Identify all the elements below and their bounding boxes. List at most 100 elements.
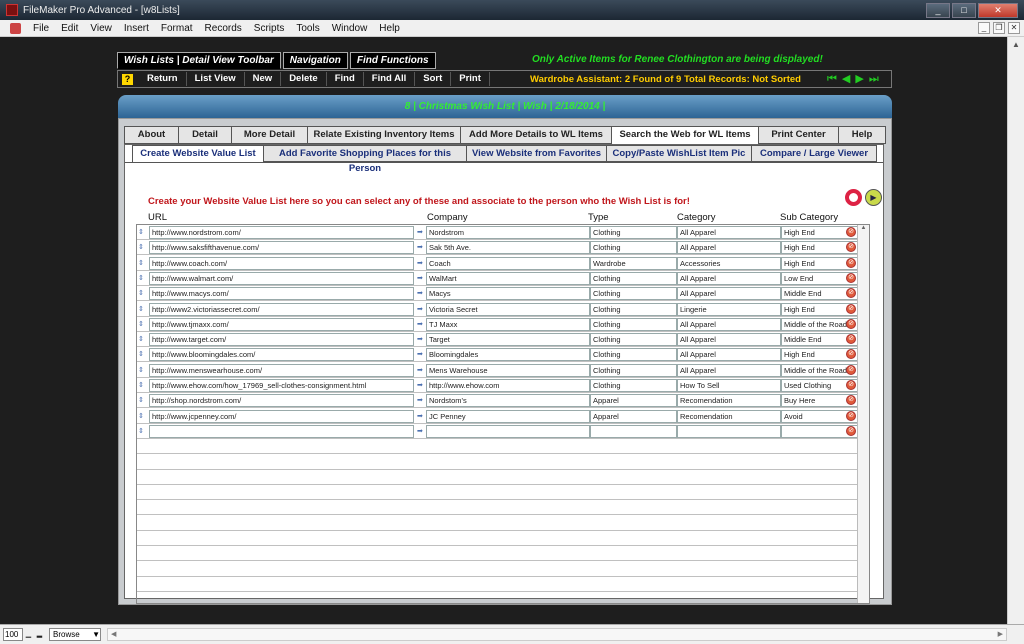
row-drag-handle-icon[interactable]: ⇕ [138, 273, 146, 284]
scroll-up-icon[interactable]: ▲ [858, 225, 869, 231]
category-field[interactable]: All Apparel [677, 271, 781, 285]
row-drag-handle-icon[interactable]: ⇕ [138, 395, 146, 406]
company-field[interactable]: TJ Maxx [426, 317, 590, 331]
company-field[interactable]: Coach [426, 256, 590, 270]
go-to-url-icon[interactable]: ➡ [417, 349, 425, 360]
category-field[interactable]: Lingerie [677, 302, 781, 316]
row-drag-handle-icon[interactable]: ⇕ [138, 349, 146, 360]
company-field[interactable]: JC Penney [426, 409, 590, 423]
tab-detail[interactable]: Detail [178, 126, 232, 144]
doc-restore-button[interactable]: ❐ [993, 22, 1005, 34]
url-field[interactable]: http://www.jcpenney.com/ [149, 409, 414, 423]
close-button[interactable]: ✕ [978, 2, 1018, 18]
company-field[interactable]: http://www.ehow.com [426, 379, 590, 392]
type-field[interactable] [590, 424, 677, 438]
document-icon[interactable] [10, 22, 21, 34]
category-field[interactable]: All Apparel [677, 333, 781, 347]
delete-row-icon[interactable]: ⊘ [846, 410, 856, 421]
url-field[interactable]: http://www2.victoriassecret.com/ [149, 302, 414, 316]
go-to-url-icon[interactable]: ➡ [417, 380, 425, 391]
scroll-left-icon[interactable]: ◀ [111, 629, 116, 640]
company-field[interactable]: Mens Warehouse [426, 363, 590, 377]
tab-print-center[interactable]: Print Center [758, 126, 839, 144]
url-field[interactable]: http://www.target.com/ [149, 333, 414, 347]
list-view-button[interactable]: List View [187, 72, 245, 86]
lifebuoy-help-icon[interactable] [845, 189, 862, 206]
url-field[interactable]: http://www.menswearhouse.com/ [149, 363, 414, 377]
row-drag-handle-icon[interactable]: ⇕ [138, 411, 146, 422]
menu-records[interactable]: Records [199, 23, 248, 34]
url-field[interactable]: http://shop.nordstrom.com/ [149, 394, 414, 408]
tab-favorite-shopping[interactable]: Add Favorite Shopping Places for this Pe… [263, 145, 467, 174]
go-to-url-icon[interactable]: ➡ [417, 258, 425, 269]
category-field[interactable] [677, 424, 781, 438]
url-field[interactable]: http://www.saksfifthavenue.com/ [149, 241, 414, 255]
category-field[interactable]: All Apparel [677, 317, 781, 331]
company-field[interactable]: Bloomingdales [426, 348, 590, 362]
url-field[interactable]: http://www.ehow.com/how_17969_sell-cloth… [149, 379, 414, 392]
menu-insert[interactable]: Insert [118, 23, 155, 34]
go-to-url-icon[interactable]: ➡ [417, 395, 425, 406]
url-field[interactable] [149, 424, 414, 438]
tab-copy-paste-pic[interactable]: Copy/Paste WishList Item Pic [606, 145, 752, 162]
menu-scripts[interactable]: Scripts [248, 23, 291, 34]
doc-minimize-button[interactable]: _ [978, 22, 990, 34]
go-to-url-icon[interactable]: ➡ [417, 411, 425, 422]
delete-button[interactable]: Delete [281, 72, 327, 86]
row-drag-handle-icon[interactable]: ⇕ [138, 319, 146, 330]
delete-row-icon[interactable]: ⊘ [846, 227, 856, 237]
find-all-button[interactable]: Find All [364, 72, 416, 86]
first-record-icon[interactable]: ⏮ [827, 73, 837, 85]
menu-edit[interactable]: Edit [55, 23, 84, 34]
zoom-out-icon[interactable]: ▁ [23, 628, 34, 641]
go-to-url-icon[interactable]: ➡ [417, 242, 425, 253]
delete-row-icon[interactable]: ⊘ [846, 272, 856, 283]
delete-row-icon[interactable]: ⊘ [846, 303, 856, 314]
type-field[interactable]: Clothing [590, 271, 677, 285]
tab-about[interactable]: About [124, 126, 179, 144]
delete-row-icon[interactable]: ⊘ [846, 380, 856, 390]
find-button[interactable]: Find [327, 72, 364, 86]
go-to-url-icon[interactable]: ➡ [417, 426, 425, 437]
url-field[interactable]: http://www.macys.com/ [149, 287, 414, 301]
go-to-url-icon[interactable]: ➡ [417, 365, 425, 376]
tab-create-value-list[interactable]: Create Website Value List [132, 145, 264, 163]
row-drag-handle-icon[interactable]: ⇕ [138, 426, 146, 437]
row-drag-handle-icon[interactable]: ⇕ [138, 380, 146, 391]
scroll-up-icon[interactable]: ▲ [1008, 37, 1024, 53]
company-field[interactable]: Target [426, 333, 590, 347]
url-field[interactable]: http://www.bloomingdales.com/ [149, 348, 414, 362]
menu-format[interactable]: Format [155, 23, 199, 34]
type-field[interactable]: Clothing [590, 333, 677, 347]
tab-add-more-details[interactable]: Add More Details to WL Items [460, 126, 612, 144]
category-field[interactable]: Accessories [677, 256, 781, 270]
play-icon[interactable]: ▶ [865, 189, 882, 206]
category-field[interactable]: All Apparel [677, 241, 781, 255]
zoom-level[interactable]: 100 [3, 628, 23, 641]
url-field[interactable]: http://www.walmart.com/ [149, 271, 414, 285]
new-button[interactable]: New [245, 72, 282, 86]
window-vertical-scrollbar[interactable]: ▲ [1007, 37, 1024, 624]
row-drag-handle-icon[interactable]: ⇕ [138, 258, 146, 269]
tab-compare-viewer[interactable]: Compare / Large Viewer [751, 145, 877, 162]
row-drag-handle-icon[interactable]: ⇕ [138, 242, 146, 253]
type-field[interactable]: Clothing [590, 348, 677, 362]
type-field[interactable]: Apparel [590, 409, 677, 423]
scroll-right-icon[interactable]: ▶ [998, 629, 1003, 640]
type-field[interactable]: Clothing [590, 287, 677, 301]
company-field[interactable]: WalMart [426, 271, 590, 285]
go-to-url-icon[interactable]: ➡ [417, 288, 425, 299]
category-field[interactable]: How To Sell [677, 379, 781, 392]
company-field[interactable]: Sak 5th Ave. [426, 241, 590, 255]
print-button[interactable]: Print [451, 72, 490, 86]
menu-file[interactable]: File [27, 23, 55, 34]
delete-row-icon[interactable]: ⊘ [846, 318, 856, 329]
type-field[interactable]: Clothing [590, 241, 677, 255]
type-field[interactable]: Wardrobe [590, 256, 677, 270]
delete-row-icon[interactable]: ⊘ [846, 257, 856, 268]
tab-more-detail[interactable]: More Detail [231, 126, 308, 144]
tab-view-website[interactable]: View Website from Favorites [466, 145, 607, 162]
tab-help[interactable]: Help [838, 126, 886, 144]
menu-window[interactable]: Window [326, 23, 374, 34]
row-drag-handle-icon[interactable]: ⇕ [138, 365, 146, 376]
